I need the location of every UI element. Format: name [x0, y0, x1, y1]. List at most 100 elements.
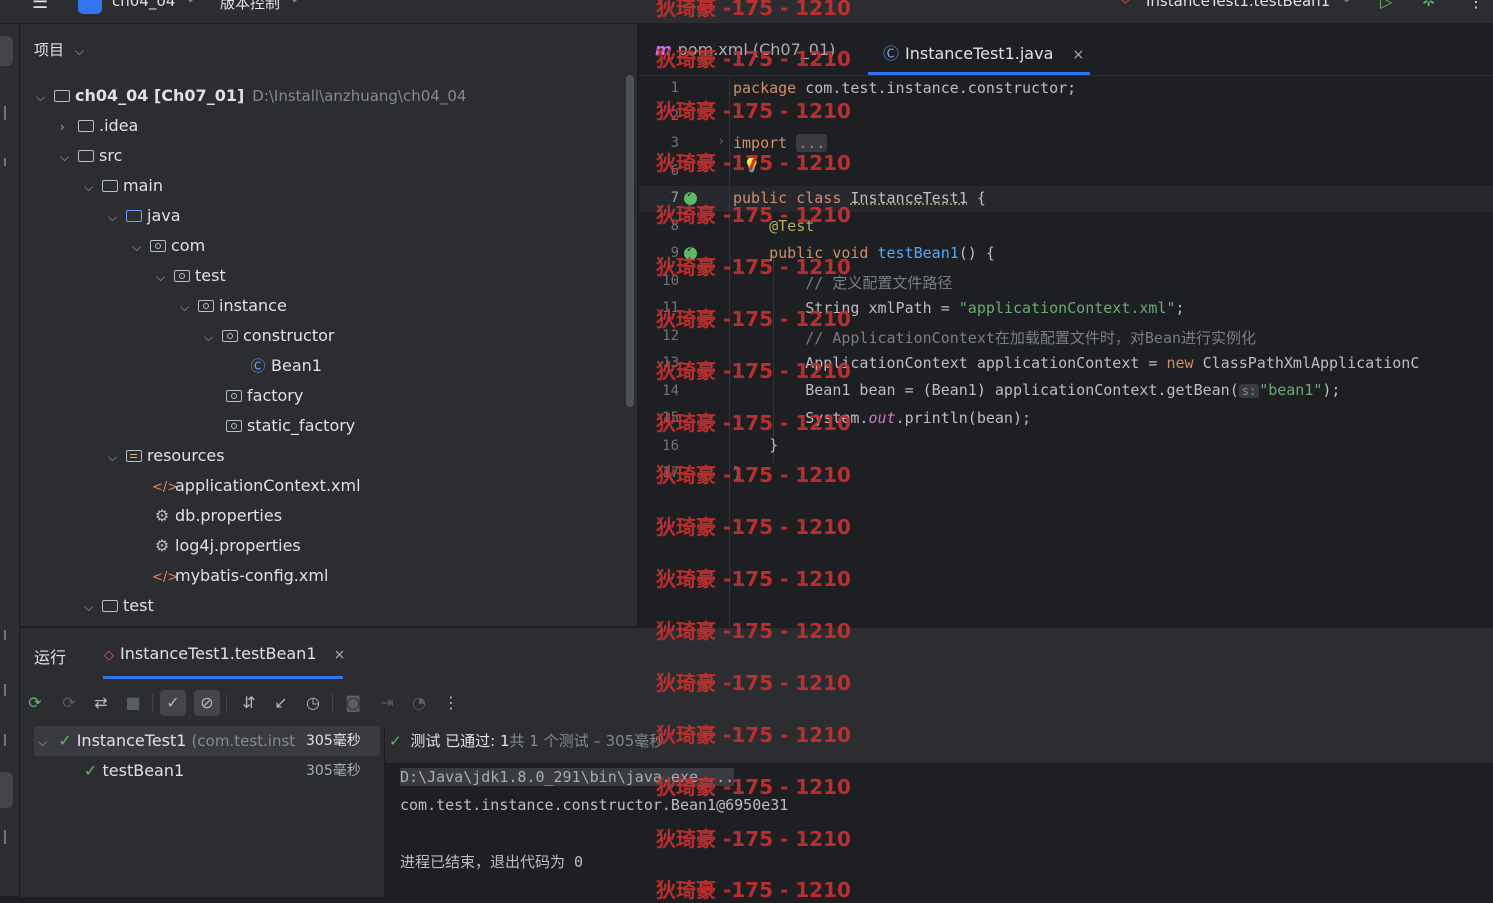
more-icon[interactable]: ⋮ — [438, 690, 464, 716]
folder-icon — [76, 111, 96, 141]
chevron-down-icon[interactable]: ⌵ — [180, 292, 196, 322]
lightbulb-icon[interactable]: 💡 — [743, 158, 760, 174]
close-icon[interactable]: × — [334, 647, 346, 663]
camera-icon[interactable]: ◙ — [340, 690, 366, 716]
test-row-class[interactable]: ⌵ ✓ InstanceTest1 (com.test.inst 305毫秒 — [34, 726, 380, 756]
stop-icon[interactable]: ■ — [120, 690, 146, 716]
code-line-12[interactable]: // ApplicationContext在加载配置文件时，对Bean进行实例化 — [733, 327, 1256, 348]
code-line-10[interactable]: // 定义配置文件路径 — [733, 272, 952, 293]
tree-item-factory[interactable]: factory — [224, 381, 303, 411]
sort-icon[interactable]: ⇵ — [236, 690, 262, 716]
module-path: D:\Install\anzhuang\ch04_04 — [252, 87, 467, 105]
code-line-14[interactable]: Bean1 bean = (Bean1) applicationContext.… — [733, 381, 1340, 399]
tree-item-db-properties[interactable]: ⚙ db.properties — [152, 501, 282, 531]
tree-item-idea[interactable]: › .idea — [60, 111, 138, 141]
export-icon[interactable]: ⇥ — [374, 690, 400, 716]
vcs-menu[interactable]: 版本控制 — [220, 0, 280, 13]
code-line-11[interactable]: String xmlPath = "applicationContext.xml… — [733, 299, 1184, 317]
problems-tool-icon[interactable] — [0, 830, 6, 844]
tree-item-label: java — [147, 206, 181, 225]
debug-icon[interactable]: ✲ — [1422, 0, 1435, 10]
code-token: // ApplicationContext在加载配置文件时，对Bean进行实例化 — [805, 329, 1257, 347]
project-name[interactable]: ch04_04 — [112, 0, 175, 10]
chevron-down-icon[interactable]: ⌵ — [204, 322, 220, 352]
code-line-3[interactable]: import ... — [733, 134, 828, 152]
code-line-8[interactable]: @Test — [733, 217, 814, 235]
tree-item-resources[interactable]: ⌵ resources — [108, 441, 225, 471]
code-line-1[interactable]: package com.test.instance.constructor; — [733, 79, 1076, 97]
chevron-down-icon[interactable]: ⌵ — [36, 82, 52, 112]
tree-item-src[interactable]: ⌵ src — [60, 141, 122, 171]
history-icon[interactable]: ◷ — [300, 690, 326, 716]
tree-item-test-pkg[interactable]: ⌵ test — [156, 261, 226, 291]
line-number: 7 — [670, 190, 679, 206]
coverage-icon[interactable]: ◔ — [406, 690, 432, 716]
show-ignored-icon[interactable]: ⊘ — [194, 690, 220, 716]
build-tool-icon[interactable] — [0, 684, 6, 696]
close-icon[interactable]: × — [1072, 47, 1084, 63]
code-line-7[interactable]: public class InstanceTest1 { — [733, 189, 986, 207]
toggle-auto-test-icon[interactable]: ⇄ — [88, 690, 114, 716]
code-line-17[interactable]: } — [733, 464, 742, 482]
tree-item-label: test — [195, 266, 226, 285]
tree-item-static-factory[interactable]: static_factory — [224, 411, 355, 441]
test-row-method[interactable]: ✓ testBean1 305毫秒 — [34, 756, 380, 786]
tree-item-constructor[interactable]: ⌵ constructor — [204, 321, 335, 351]
code-line-13[interactable]: ApplicationContext applicationContext = … — [733, 354, 1419, 372]
tree-item-applicationcontext[interactable]: </>applicationContext.xml — [152, 471, 361, 501]
tree-item-log4j-properties[interactable]: ⚙ log4j.properties — [152, 531, 301, 561]
console-output[interactable]: ✓ 测试 已通过: 1共 1 个测试 – 305毫秒 D:\Java\jdk1.… — [384, 726, 1493, 897]
rerun-failed-icon[interactable]: ⟳ — [56, 690, 82, 716]
tree-item-test-folder[interactable]: ⌵ test — [84, 591, 154, 621]
console-line: 进程已结束，退出代码为 0 — [400, 853, 584, 871]
chevron-down-icon[interactable]: ⌵ — [84, 172, 100, 202]
console-line: com.test.instance.constructor.Bean1@6950… — [400, 796, 789, 814]
run-config-selector[interactable]: InstanceTest1.testBean1 — [1146, 0, 1330, 10]
tree-item-mybatis-config[interactable]: </>mybatis-config.xml — [152, 561, 328, 591]
run-test-class-icon[interactable] — [684, 189, 697, 205]
folded-imports[interactable]: ... — [796, 134, 828, 152]
main-menu-icon[interactable]: ☰ — [32, 0, 48, 13]
chevron-down-icon[interactable]: ⌵ — [108, 202, 124, 232]
code-line-9[interactable]: public void testBean1() { — [733, 244, 995, 262]
run-tool-icon[interactable] — [0, 772, 13, 808]
code-line-16[interactable]: } — [733, 436, 778, 454]
tab-run-config[interactable]: ◇ InstanceTest1.testBean1 × — [104, 644, 345, 663]
chevron-down-icon[interactable]: ⌵ — [156, 262, 172, 292]
run-icon[interactable]: ▷ — [1380, 0, 1392, 11]
tree-item-module[interactable]: ⌵ ch04_04 [Ch07_01] D:\Install\anzhuang\ch… — [36, 81, 466, 111]
services-tool-icon[interactable] — [0, 630, 6, 640]
project-tool-icon[interactable] — [0, 36, 13, 66]
chevron-right-icon[interactable]: › — [60, 112, 76, 142]
chevron-down-icon[interactable]: ⌵ — [60, 142, 76, 172]
show-passed-icon[interactable]: ✓ — [160, 690, 186, 716]
tree-item-label: instance — [219, 296, 287, 315]
tree-item-java[interactable]: ⌵ java — [108, 201, 181, 231]
test-duration: 305毫秒 — [306, 763, 361, 779]
project-scrollbar[interactable] — [626, 75, 634, 407]
fold-chevron-icon[interactable]: › — [719, 134, 724, 148]
chevron-down-icon[interactable]: ⌵ — [38, 735, 47, 749]
collapse-icon[interactable]: ↙ — [268, 690, 294, 716]
project-panel-title[interactable]: 项目 ⌵ — [34, 39, 84, 60]
terminal-tool-icon[interactable] — [0, 734, 6, 746]
line-number: 10 — [662, 273, 679, 289]
structure-tool-icon[interactable] — [0, 158, 6, 166]
tab-instancetest1-java[interactable]: Ⓒ InstanceTest1.java × — [883, 40, 1084, 64]
commit-tool-icon[interactable] — [0, 106, 6, 120]
chevron-down-icon[interactable]: ⌵ — [84, 592, 100, 622]
rerun-icon[interactable]: ⟳ — [22, 690, 48, 716]
tree-item-main[interactable]: ⌵ main — [84, 171, 163, 201]
chevron-down-icon[interactable]: ⌵ — [108, 442, 124, 472]
tree-item-com[interactable]: ⌵ com — [132, 231, 205, 261]
tree-item-bean1[interactable]: Ⓒ Bean1 — [248, 351, 321, 381]
more-icon[interactable]: ⋮ — [1468, 0, 1484, 11]
tree-item-instance[interactable]: ⌵ instance — [180, 291, 287, 321]
run-test-method-icon[interactable] — [684, 244, 697, 260]
chevron-down-icon[interactable]: ⌵ — [132, 232, 148, 262]
project-badge-icon[interactable] — [78, 0, 102, 14]
tab-pom-xml[interactable]: m pom.xml (Ch07_01) — [655, 40, 835, 59]
code-line-15[interactable]: System.out.println(bean); — [733, 409, 1031, 427]
chevron-down-icon: ⌄ — [186, 0, 195, 5]
test-passed-icon: ✓ — [58, 731, 72, 750]
